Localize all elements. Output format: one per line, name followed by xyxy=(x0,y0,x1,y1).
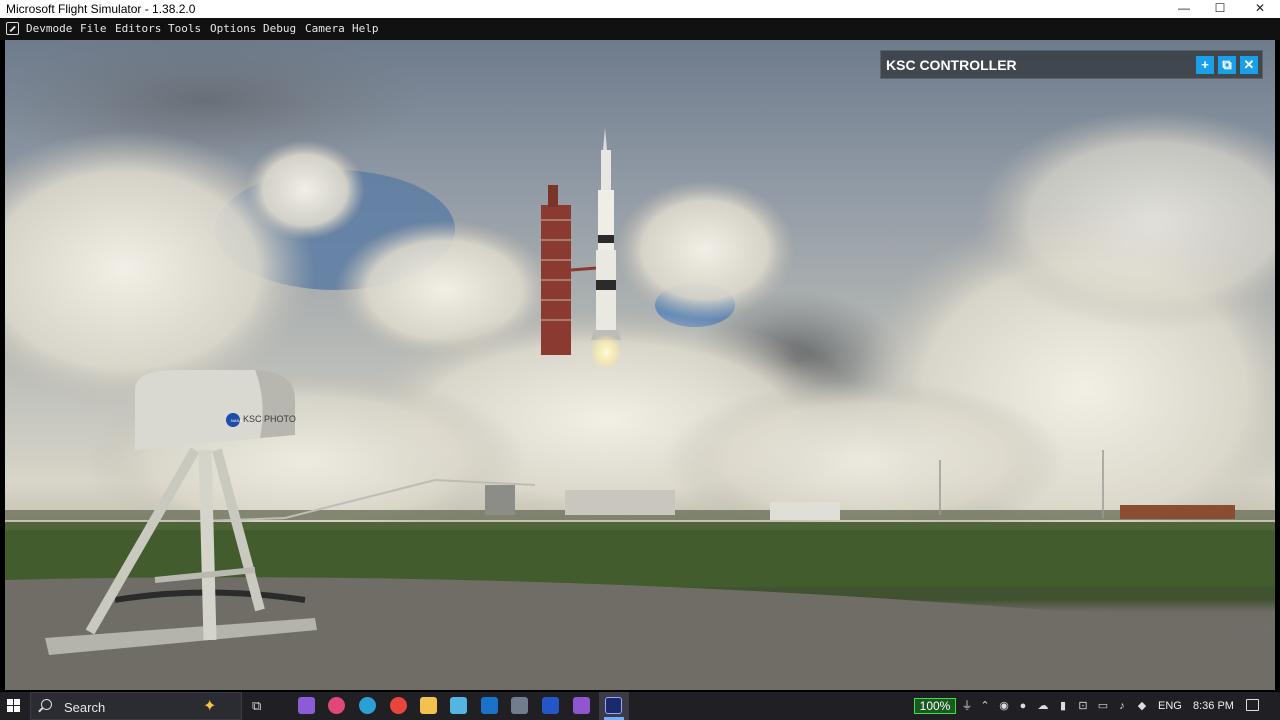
l-app-icon[interactable] xyxy=(542,697,559,714)
menu-tools[interactable]: Tools xyxy=(168,22,201,35)
task-view-icon[interactable]: ⧉ xyxy=(252,698,261,714)
saturn-v-rocket xyxy=(591,128,621,340)
meet-icon[interactable]: ⊡ xyxy=(1077,700,1089,712)
menu-camera[interactable]: Camera xyxy=(305,22,345,35)
close-icon[interactable]: ✕ xyxy=(1240,56,1258,74)
camera-box-label: KSC PHOTO xyxy=(243,414,296,424)
building xyxy=(770,502,840,520)
close-window-button[interactable]: ✕ xyxy=(1240,0,1280,18)
edge-icon[interactable] xyxy=(359,697,376,714)
taskbar-search-box[interactable]: Search ✦ xyxy=(30,692,242,720)
visual-studio-purple-icon[interactable] xyxy=(298,697,315,714)
engine-flame xyxy=(590,334,622,370)
menu-help[interactable]: Help xyxy=(352,22,379,35)
simulator-viewport[interactable]: NASA KSC PHOTO xyxy=(5,40,1275,690)
volume-icon[interactable]: ♪ xyxy=(1116,700,1128,712)
menu-devmode[interactable]: Devmode xyxy=(26,22,72,35)
containers xyxy=(1120,505,1235,519)
ksc-panel-title: KSC CONTROLLER xyxy=(886,57,1017,73)
menu-options[interactable]: Options xyxy=(210,22,256,35)
visual-studio-icon[interactable] xyxy=(573,697,590,714)
dropbox-icon[interactable]: ◆ xyxy=(1136,700,1148,712)
chevron-up-icon[interactable]: ⌃ xyxy=(979,700,991,712)
windows-start-icon[interactable] xyxy=(7,699,21,713)
popout-icon[interactable]: ⧉ xyxy=(1218,56,1236,74)
battery-icon[interactable]: ▭ xyxy=(1097,700,1109,712)
battery-percentage[interactable]: 100% xyxy=(914,698,956,714)
copilot-app-icon[interactable] xyxy=(328,697,345,714)
clock[interactable]: 8:36 PM xyxy=(1193,700,1234,712)
devmode-edit-icon[interactable] xyxy=(6,22,19,35)
cloud xyxy=(615,180,795,320)
windows-taskbar: Search ✦ ⧉ 100% ⏚ ⌃ ◉ ● ☁ ▮ ⊡ ▭ ♪ ◆ ENG … xyxy=(0,692,1280,720)
sparkle-icon: ✦ xyxy=(203,698,217,715)
menu-file[interactable]: File xyxy=(80,22,107,35)
window-title: Microsoft Flight Simulator - 1.38.2.0 xyxy=(6,2,196,16)
cloud xyxy=(245,140,365,240)
maximize-button[interactable]: ☐ xyxy=(1200,0,1240,18)
minimize-button[interactable]: — xyxy=(1164,0,1204,18)
chrome-icon[interactable] xyxy=(390,697,407,714)
file-explorer-icon[interactable] xyxy=(420,697,437,714)
menu-editors[interactable]: Editors xyxy=(115,22,161,35)
cloud-icon[interactable]: ☁ xyxy=(1037,700,1049,712)
menu-debug[interactable]: Debug xyxy=(263,22,296,35)
devmode-menubar: Devmode File Editors Tools Options Debug… xyxy=(0,18,1280,40)
building xyxy=(565,490,675,515)
building xyxy=(485,485,515,515)
nasa-logo: NASA xyxy=(231,418,242,423)
search-icon xyxy=(41,699,52,710)
window-titlebar: Microsoft Flight Simulator - 1.38.2.0 — … xyxy=(0,0,1280,18)
power-plug-icon[interactable]: ⏚ xyxy=(961,700,973,712)
calculator-icon[interactable] xyxy=(511,697,528,714)
launch-scene: NASA KSC PHOTO xyxy=(5,40,1275,690)
add-icon[interactable]: + xyxy=(1196,56,1214,74)
input-language[interactable]: ENG xyxy=(1158,700,1182,712)
tray-app-icon[interactable]: ◉ xyxy=(998,700,1010,712)
flight-simulator-icon[interactable] xyxy=(605,697,622,714)
tray-app-icon[interactable]: ● xyxy=(1017,700,1029,712)
ksc-controller-panel[interactable]: KSC CONTROLLER + ⧉ ✕ xyxy=(880,50,1263,79)
notification-icon[interactable] xyxy=(1246,699,1259,711)
search-label: Search xyxy=(64,700,106,715)
outlook-icon[interactable] xyxy=(481,697,498,714)
microphone-icon[interactable]: ▮ xyxy=(1057,700,1069,712)
app-icon[interactable] xyxy=(450,697,467,714)
